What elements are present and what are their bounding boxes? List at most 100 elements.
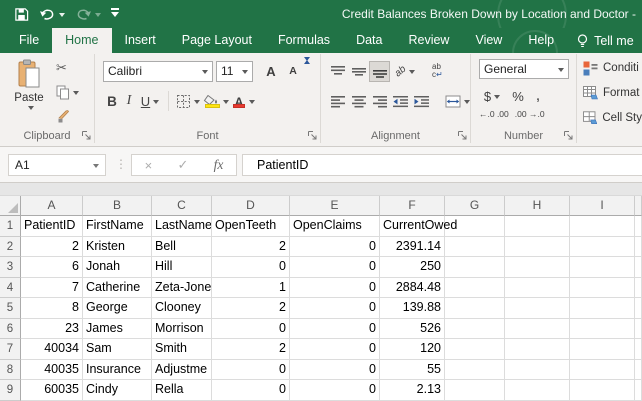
cell-F3[interactable]: 250 bbox=[380, 257, 445, 278]
row-header-5[interactable]: 5 bbox=[0, 298, 21, 319]
underline-dropdown-arrow[interactable] bbox=[153, 100, 159, 107]
cell-H1[interactable] bbox=[505, 216, 570, 237]
row-header-3[interactable]: 3 bbox=[0, 257, 21, 278]
cell-F7[interactable]: 120 bbox=[380, 339, 445, 360]
borders-button[interactable] bbox=[174, 90, 201, 112]
cell-F9[interactable]: 2.13 bbox=[380, 380, 445, 401]
cell-E2[interactable]: 0 bbox=[290, 237, 380, 258]
row-header-4[interactable]: 4 bbox=[0, 278, 21, 299]
cell-E1[interactable]: OpenClaims bbox=[290, 216, 380, 237]
name-box[interactable]: A1 bbox=[8, 154, 106, 176]
row-header-6[interactable]: 6 bbox=[0, 319, 21, 340]
orientation-dropdown-arrow[interactable] bbox=[409, 70, 415, 77]
column-header-partial[interactable] bbox=[635, 196, 642, 216]
cell-I9[interactable] bbox=[570, 380, 635, 401]
cell-F2[interactable]: 2391.14 bbox=[380, 237, 445, 258]
cell-styles-button[interactable]: Cell Sty bbox=[583, 107, 642, 129]
tab-file[interactable]: File bbox=[6, 28, 52, 53]
formula-input[interactable]: PatientID bbox=[242, 154, 642, 176]
tab-formulas[interactable]: Formulas bbox=[265, 28, 343, 53]
cell-E8[interactable]: 0 bbox=[290, 360, 380, 381]
cell-D8[interactable]: 0 bbox=[212, 360, 290, 381]
tab-insert[interactable]: Insert bbox=[112, 28, 169, 53]
cell-partial-3[interactable] bbox=[635, 257, 642, 278]
cell-D3[interactable]: 0 bbox=[212, 257, 290, 278]
accounting-format-button[interactable]: $ bbox=[479, 85, 505, 107]
cell-C3[interactable]: Hill bbox=[152, 257, 212, 278]
align-left-button[interactable] bbox=[327, 91, 348, 112]
merge-center-button[interactable] bbox=[440, 90, 474, 112]
cell-G2[interactable] bbox=[445, 237, 505, 258]
cell-G6[interactable] bbox=[445, 319, 505, 340]
formula-bar-splitter[interactable]: ⋮ bbox=[115, 157, 127, 171]
cell-C4[interactable]: Zeta-Jone bbox=[152, 278, 212, 299]
name-box-dropdown-arrow[interactable] bbox=[93, 164, 99, 171]
cell-A7[interactable]: 40034 bbox=[21, 339, 83, 360]
select-all-button[interactable] bbox=[0, 196, 21, 216]
cell-G3[interactable] bbox=[445, 257, 505, 278]
cell-partial-4[interactable] bbox=[635, 278, 642, 299]
italic-button[interactable]: I bbox=[121, 90, 137, 112]
bold-button[interactable]: B bbox=[103, 90, 121, 112]
cell-B5[interactable]: George bbox=[83, 298, 152, 319]
orientation-button[interactable]: ab bbox=[390, 60, 420, 82]
cell-E4[interactable]: 0 bbox=[290, 278, 380, 299]
column-header-G[interactable]: G bbox=[445, 196, 505, 216]
cell-E7[interactable]: 0 bbox=[290, 339, 380, 360]
increase-font-size-button[interactable]: A bbox=[260, 60, 282, 82]
column-header-C[interactable]: C bbox=[152, 196, 212, 216]
fill-color-button[interactable] bbox=[201, 90, 230, 112]
format-as-table-button[interactable]: Format bbox=[583, 82, 642, 104]
cell-B8[interactable]: Insurance bbox=[83, 360, 152, 381]
row-header-2[interactable]: 2 bbox=[0, 237, 21, 258]
cell-A8[interactable]: 40035 bbox=[21, 360, 83, 381]
cell-A4[interactable]: 7 bbox=[21, 278, 83, 299]
cell-partial-2[interactable] bbox=[635, 237, 642, 258]
cell-F6[interactable]: 526 bbox=[380, 319, 445, 340]
cell-F4[interactable]: 2884.48 bbox=[380, 278, 445, 299]
cell-G8[interactable] bbox=[445, 360, 505, 381]
cell-partial-7[interactable] bbox=[635, 339, 642, 360]
undo-button[interactable] bbox=[39, 4, 65, 24]
align-right-button[interactable] bbox=[369, 91, 390, 112]
font-dialog-launcher[interactable] bbox=[307, 130, 318, 141]
cell-B6[interactable]: James bbox=[83, 319, 152, 340]
column-header-B[interactable]: B bbox=[83, 196, 152, 216]
number-format-combobox[interactable]: General bbox=[479, 59, 569, 79]
cell-D9[interactable]: 0 bbox=[212, 380, 290, 401]
accounting-dropdown-arrow[interactable] bbox=[494, 95, 500, 102]
cell-I4[interactable] bbox=[570, 278, 635, 299]
cancel-button[interactable]: × bbox=[145, 158, 153, 173]
cell-E3[interactable]: 0 bbox=[290, 257, 380, 278]
insert-function-button[interactable]: fx bbox=[214, 157, 224, 173]
column-header-D[interactable]: D bbox=[212, 196, 290, 216]
font-size-combobox[interactable]: 11 bbox=[216, 61, 253, 82]
cell-C2[interactable]: Bell bbox=[152, 237, 212, 258]
cell-G7[interactable] bbox=[445, 339, 505, 360]
cell-H2[interactable] bbox=[505, 237, 570, 258]
cell-B7[interactable]: Sam bbox=[83, 339, 152, 360]
cell-C9[interactable]: Rella bbox=[152, 380, 212, 401]
cell-F8[interactable]: 55 bbox=[380, 360, 445, 381]
merge-center-dropdown-arrow[interactable] bbox=[464, 100, 470, 107]
cell-partial-1[interactable] bbox=[635, 216, 642, 237]
cell-H7[interactable] bbox=[505, 339, 570, 360]
cell-A1[interactable]: PatientID bbox=[21, 216, 83, 237]
cell-I6[interactable] bbox=[570, 319, 635, 340]
undo-dropdown-arrow[interactable] bbox=[59, 13, 65, 20]
number-dialog-launcher[interactable] bbox=[563, 130, 574, 141]
cell-G4[interactable] bbox=[445, 278, 505, 299]
cell-H3[interactable] bbox=[505, 257, 570, 278]
column-header-F[interactable]: F bbox=[380, 196, 445, 216]
cell-A5[interactable]: 8 bbox=[21, 298, 83, 319]
comma-style-button[interactable]: , bbox=[531, 85, 545, 107]
redo-dropdown-arrow[interactable] bbox=[95, 13, 101, 20]
cell-I2[interactable] bbox=[570, 237, 635, 258]
column-header-H[interactable]: H bbox=[505, 196, 570, 216]
decrease-decimal-button[interactable]: .00 →.0 bbox=[515, 107, 545, 121]
cell-B3[interactable]: Jonah bbox=[83, 257, 152, 278]
font-color-button[interactable]: A bbox=[230, 90, 257, 112]
column-header-I[interactable]: I bbox=[570, 196, 635, 216]
tell-me-box[interactable]: Tell me bbox=[577, 28, 634, 53]
alignment-dialog-launcher[interactable] bbox=[457, 130, 468, 141]
